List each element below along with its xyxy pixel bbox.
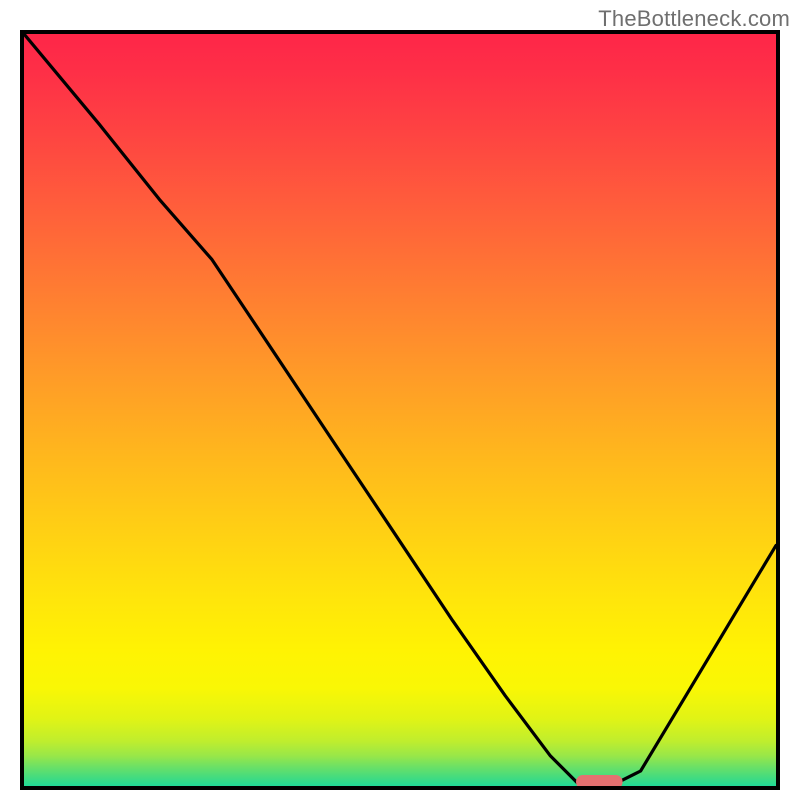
chart-root: TheBottleneck.com [0,0,800,800]
optimum-marker [24,34,776,786]
plot-area [24,34,776,786]
chart-frame [20,30,780,790]
watermark-text: TheBottleneck.com [598,6,790,32]
